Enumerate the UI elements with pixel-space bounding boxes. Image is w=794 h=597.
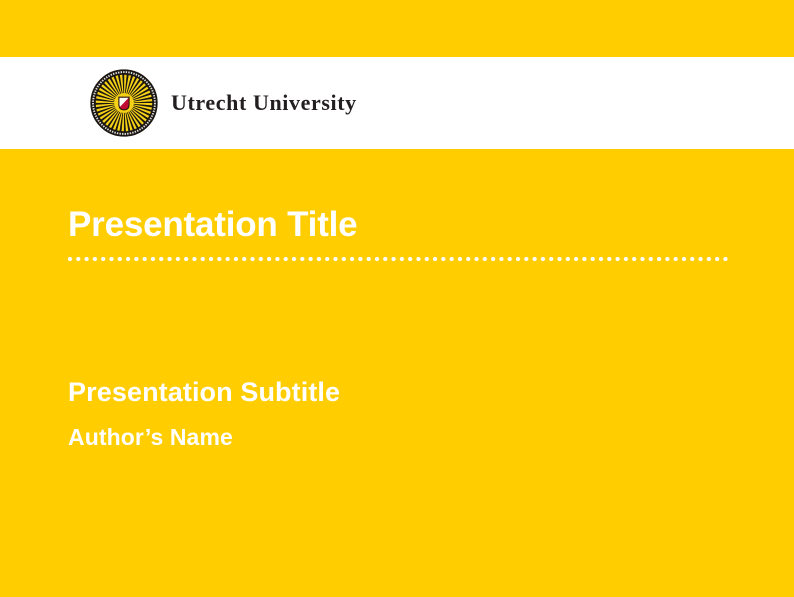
presentation-subtitle: Presentation Subtitle (68, 377, 340, 408)
utrecht-university-seal-icon (90, 69, 158, 137)
title-dotted-rule (67, 256, 731, 262)
university-wordmark: Utrecht University (171, 90, 357, 116)
university-logo-lockup: Utrecht University (90, 69, 357, 137)
header-band: Utrecht University (0, 57, 794, 149)
author-name: Author’s Name (68, 424, 233, 450)
presentation-title: Presentation Title (68, 205, 357, 245)
